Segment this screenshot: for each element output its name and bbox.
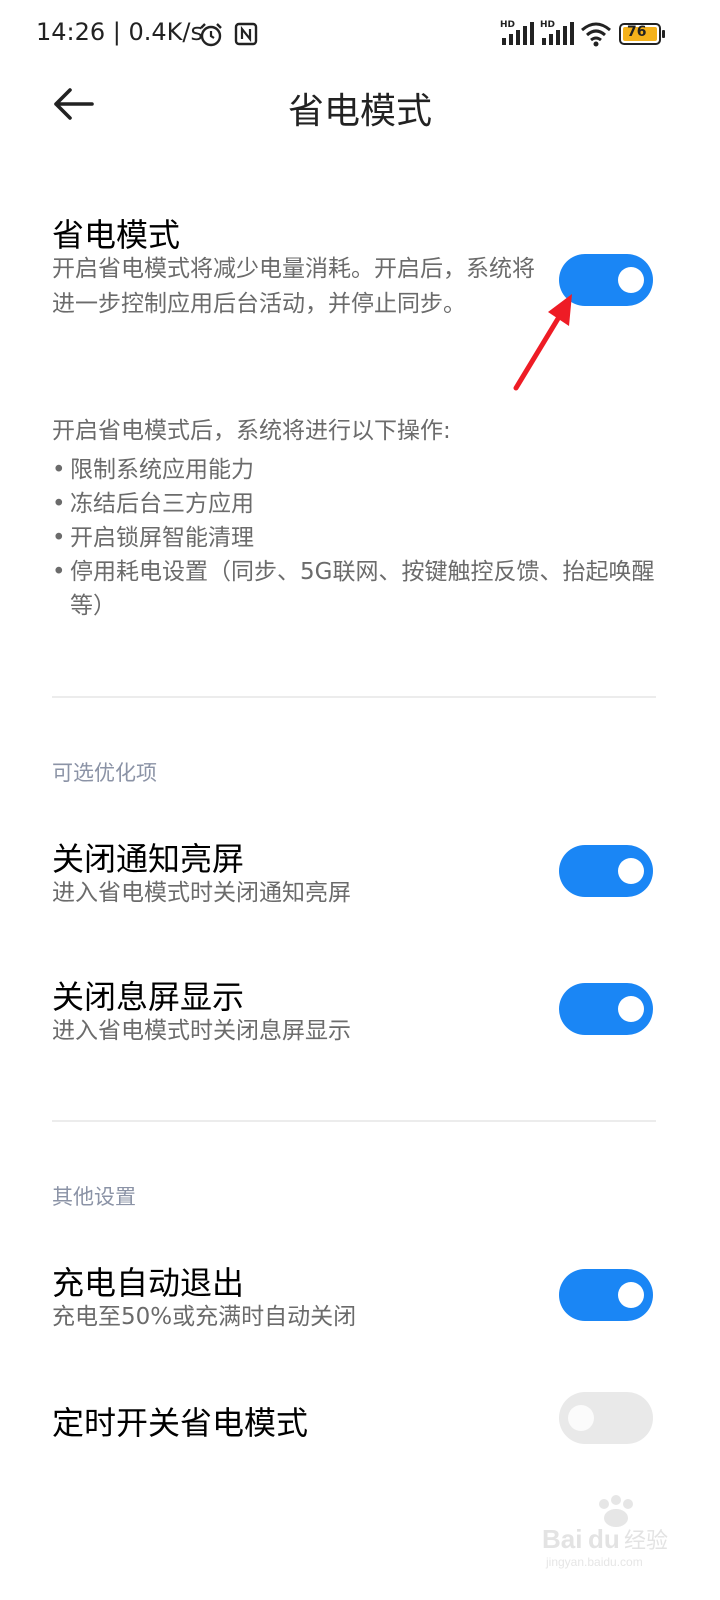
page-title: 省电模式 (287, 91, 432, 132)
list-item-text: 限制系统应用能力 (70, 457, 254, 483)
svg-text:du: du (588, 1524, 620, 1554)
alarm-icon (198, 22, 224, 52)
toggle-knob (618, 267, 644, 293)
list-item: • 冻结后台三方应用 (52, 487, 662, 521)
svg-text:经验: 经验 (624, 1529, 668, 1554)
bullet: • (52, 559, 66, 585)
turn-off-aod-description: 进入省电模式时关闭息屏显示 (52, 1018, 351, 1044)
info-intro: 开启省电模式后，系统将进行以下操作: (52, 418, 451, 444)
toggle-knob (618, 858, 644, 884)
divider (52, 1120, 656, 1122)
list-item-text: 停用耗电设置（同步、5G联网、按键触控反馈、抬起唤醒等） (70, 559, 655, 619)
turn-off-aod-title: 关闭息屏显示 (52, 978, 245, 1016)
list-item-text: 冻结后台三方应用 (70, 491, 254, 517)
battery-level: 76 (627, 24, 647, 40)
bullet: • (52, 525, 66, 551)
power-saving-title: 省电模式 (52, 216, 181, 254)
svg-text:Bai: Bai (542, 1524, 582, 1554)
baidu-watermark-logo: Bai du 经验 jingyan.baidu.com (540, 1490, 670, 1570)
power-saving-description: 开启省电模式将减少电量消耗。开启后，系统将进一步控制应用后台活动，并停止同步。 (52, 256, 535, 317)
bullet: • (52, 457, 66, 483)
turn-off-notification-wake-title: 关闭通知亮屏 (52, 840, 245, 878)
nfc-icon (234, 22, 258, 50)
auto-exit-charging-toggle[interactable] (559, 1269, 653, 1321)
hd-label: HD (540, 20, 556, 30)
signal-1-icon: HD (500, 20, 536, 48)
toggle-knob (568, 1405, 594, 1431)
status-time-and-speed: 14:26 | 0.4K/s (36, 18, 204, 46)
svg-text:jingyan.baidu.com: jingyan.baidu.com (545, 1555, 643, 1569)
list-item-text: 开启锁屏智能清理 (70, 525, 254, 551)
scheduled-power-saving-toggle[interactable] (559, 1392, 653, 1444)
battery-icon: 76 (619, 23, 667, 45)
wifi-icon (580, 20, 612, 52)
optional-section-label: 可选优化项 (52, 761, 157, 785)
list-item: • 限制系统应用能力 (52, 453, 662, 487)
auto-exit-charging-description: 充电至50%或充满时自动关闭 (52, 1304, 357, 1330)
annotation-arrow-icon (513, 294, 572, 391)
status-bar: 14:26 | 0.4K/s HD HD 76 (0, 0, 720, 70)
turn-off-notification-wake-toggle[interactable] (559, 845, 653, 897)
toggle-knob (618, 996, 644, 1022)
auto-exit-charging-title: 充电自动退出 (52, 1264, 245, 1302)
signal-2-icon: HD (540, 20, 576, 48)
bullet: • (52, 491, 66, 517)
hd-label: HD (500, 20, 516, 30)
toggle-knob (618, 1282, 644, 1308)
scheduled-power-saving-title: 定时开关省电模式 (52, 1404, 309, 1442)
divider (52, 696, 656, 698)
list-item: • 停用耗电设置（同步、5G联网、按键触控反馈、抬起唤醒等） (52, 555, 662, 623)
turn-off-aod-toggle[interactable] (559, 983, 653, 1035)
list-item: • 开启锁屏智能清理 (52, 521, 662, 555)
turn-off-notification-wake-description: 进入省电模式时关闭通知亮屏 (52, 880, 351, 906)
other-section-label: 其他设置 (52, 1185, 136, 1209)
